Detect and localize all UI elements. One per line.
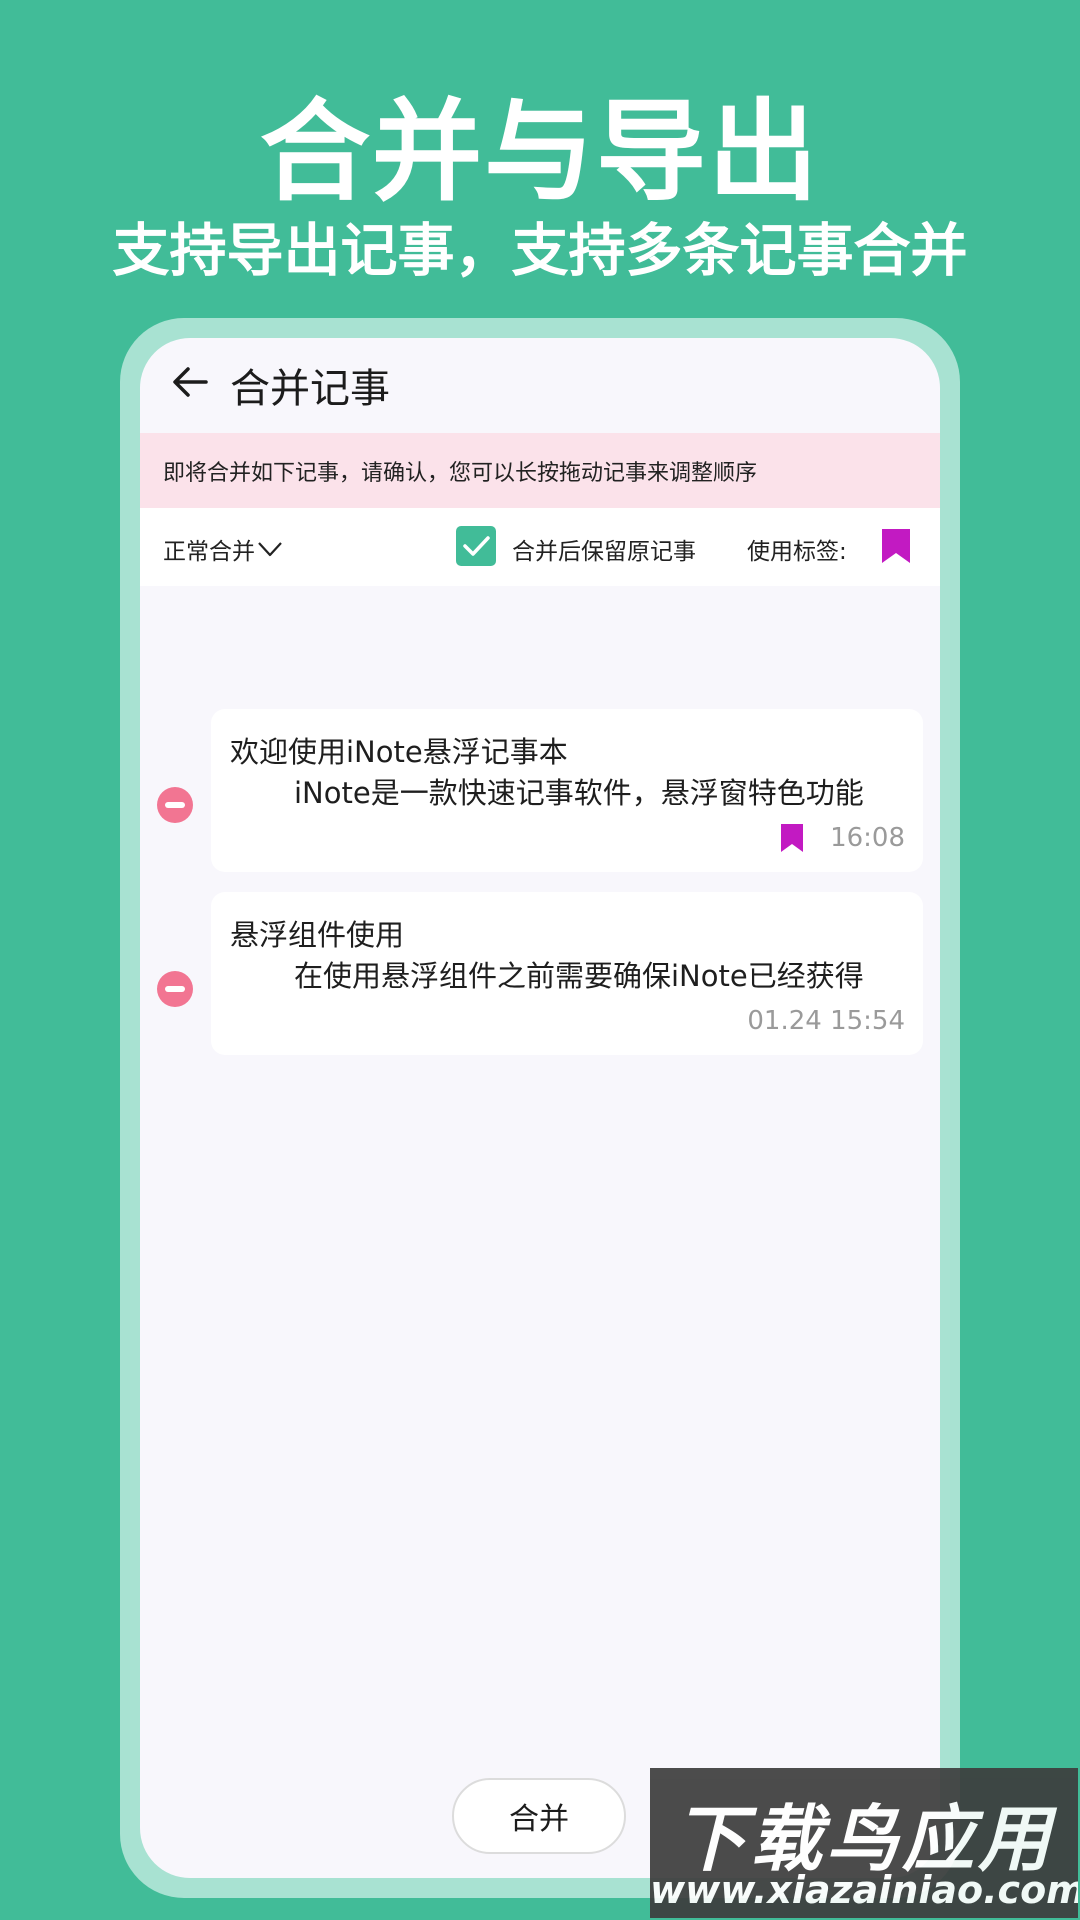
arrow-left-icon[interactable] <box>168 360 212 404</box>
note-time: 01.24 15:54 <box>747 1006 905 1036</box>
note-preview: 在使用悬浮组件之前需要确保iNote已经获得 <box>294 959 864 993</box>
keep-original-checkbox[interactable] <box>456 526 496 566</box>
check-icon <box>463 536 490 556</box>
merge-notes-screen: 合并记事 即将合并如下记事，请确认，您可以长按拖动记事来调整顺序 正常合并 合并… <box>140 338 940 1878</box>
note-meta: 16:08 <box>780 823 905 853</box>
remove-note-icon[interactable] <box>157 971 193 1007</box>
merge-mode-label: 正常合并 <box>163 539 255 565</box>
info-banner: 即将合并如下记事，请确认，您可以长按拖动记事来调整顺序 <box>140 433 940 508</box>
merge-options-row: 正常合并 合并后保留原记事 使用标签: <box>140 508 940 586</box>
banner-text: 即将合并如下记事，请确认，您可以长按拖动记事来调整顺序 <box>163 460 758 486</box>
top-bar: 合并记事 <box>140 338 940 433</box>
page-title: 合并记事 <box>230 366 390 412</box>
note-meta: 01.24 15:54 <box>747 1006 905 1036</box>
note-title: 欢迎使用iNote悬浮记事本 <box>230 735 568 769</box>
promo-subheadline: 支持导出记事，支持多条记事合并 <box>112 218 968 284</box>
remove-note-icon[interactable] <box>157 787 193 823</box>
note-preview: iNote是一款快速记事软件，悬浮窗特色功能 <box>294 776 864 810</box>
watermark-url: www.xiazainiao.com <box>650 1868 1078 1912</box>
use-tag-label: 使用标签: <box>747 539 847 565</box>
merge-mode-dropdown[interactable]: 正常合并 <box>163 532 283 566</box>
promo-headline: 合并与导出 <box>260 88 820 216</box>
chevron-down-icon <box>258 542 282 557</box>
note-card[interactable]: 悬浮组件使用 在使用悬浮组件之前需要确保iNote已经获得 01.24 15:5… <box>211 892 923 1055</box>
note-card[interactable]: 欢迎使用iNote悬浮记事本 iNote是一款快速记事软件，悬浮窗特色功能 16… <box>211 709 923 872</box>
note-title: 悬浮组件使用 <box>230 918 405 952</box>
site-watermark: 下载鸟应用 www.xiazainiao.com <box>650 1768 1078 1918</box>
bookmark-icon <box>781 824 804 852</box>
bookmark-icon[interactable] <box>880 527 912 565</box>
merge-button[interactable]: 合并 <box>452 1778 626 1854</box>
note-time: 16:08 <box>830 823 905 853</box>
keep-original-label[interactable]: 合并后保留原记事 <box>512 532 696 566</box>
